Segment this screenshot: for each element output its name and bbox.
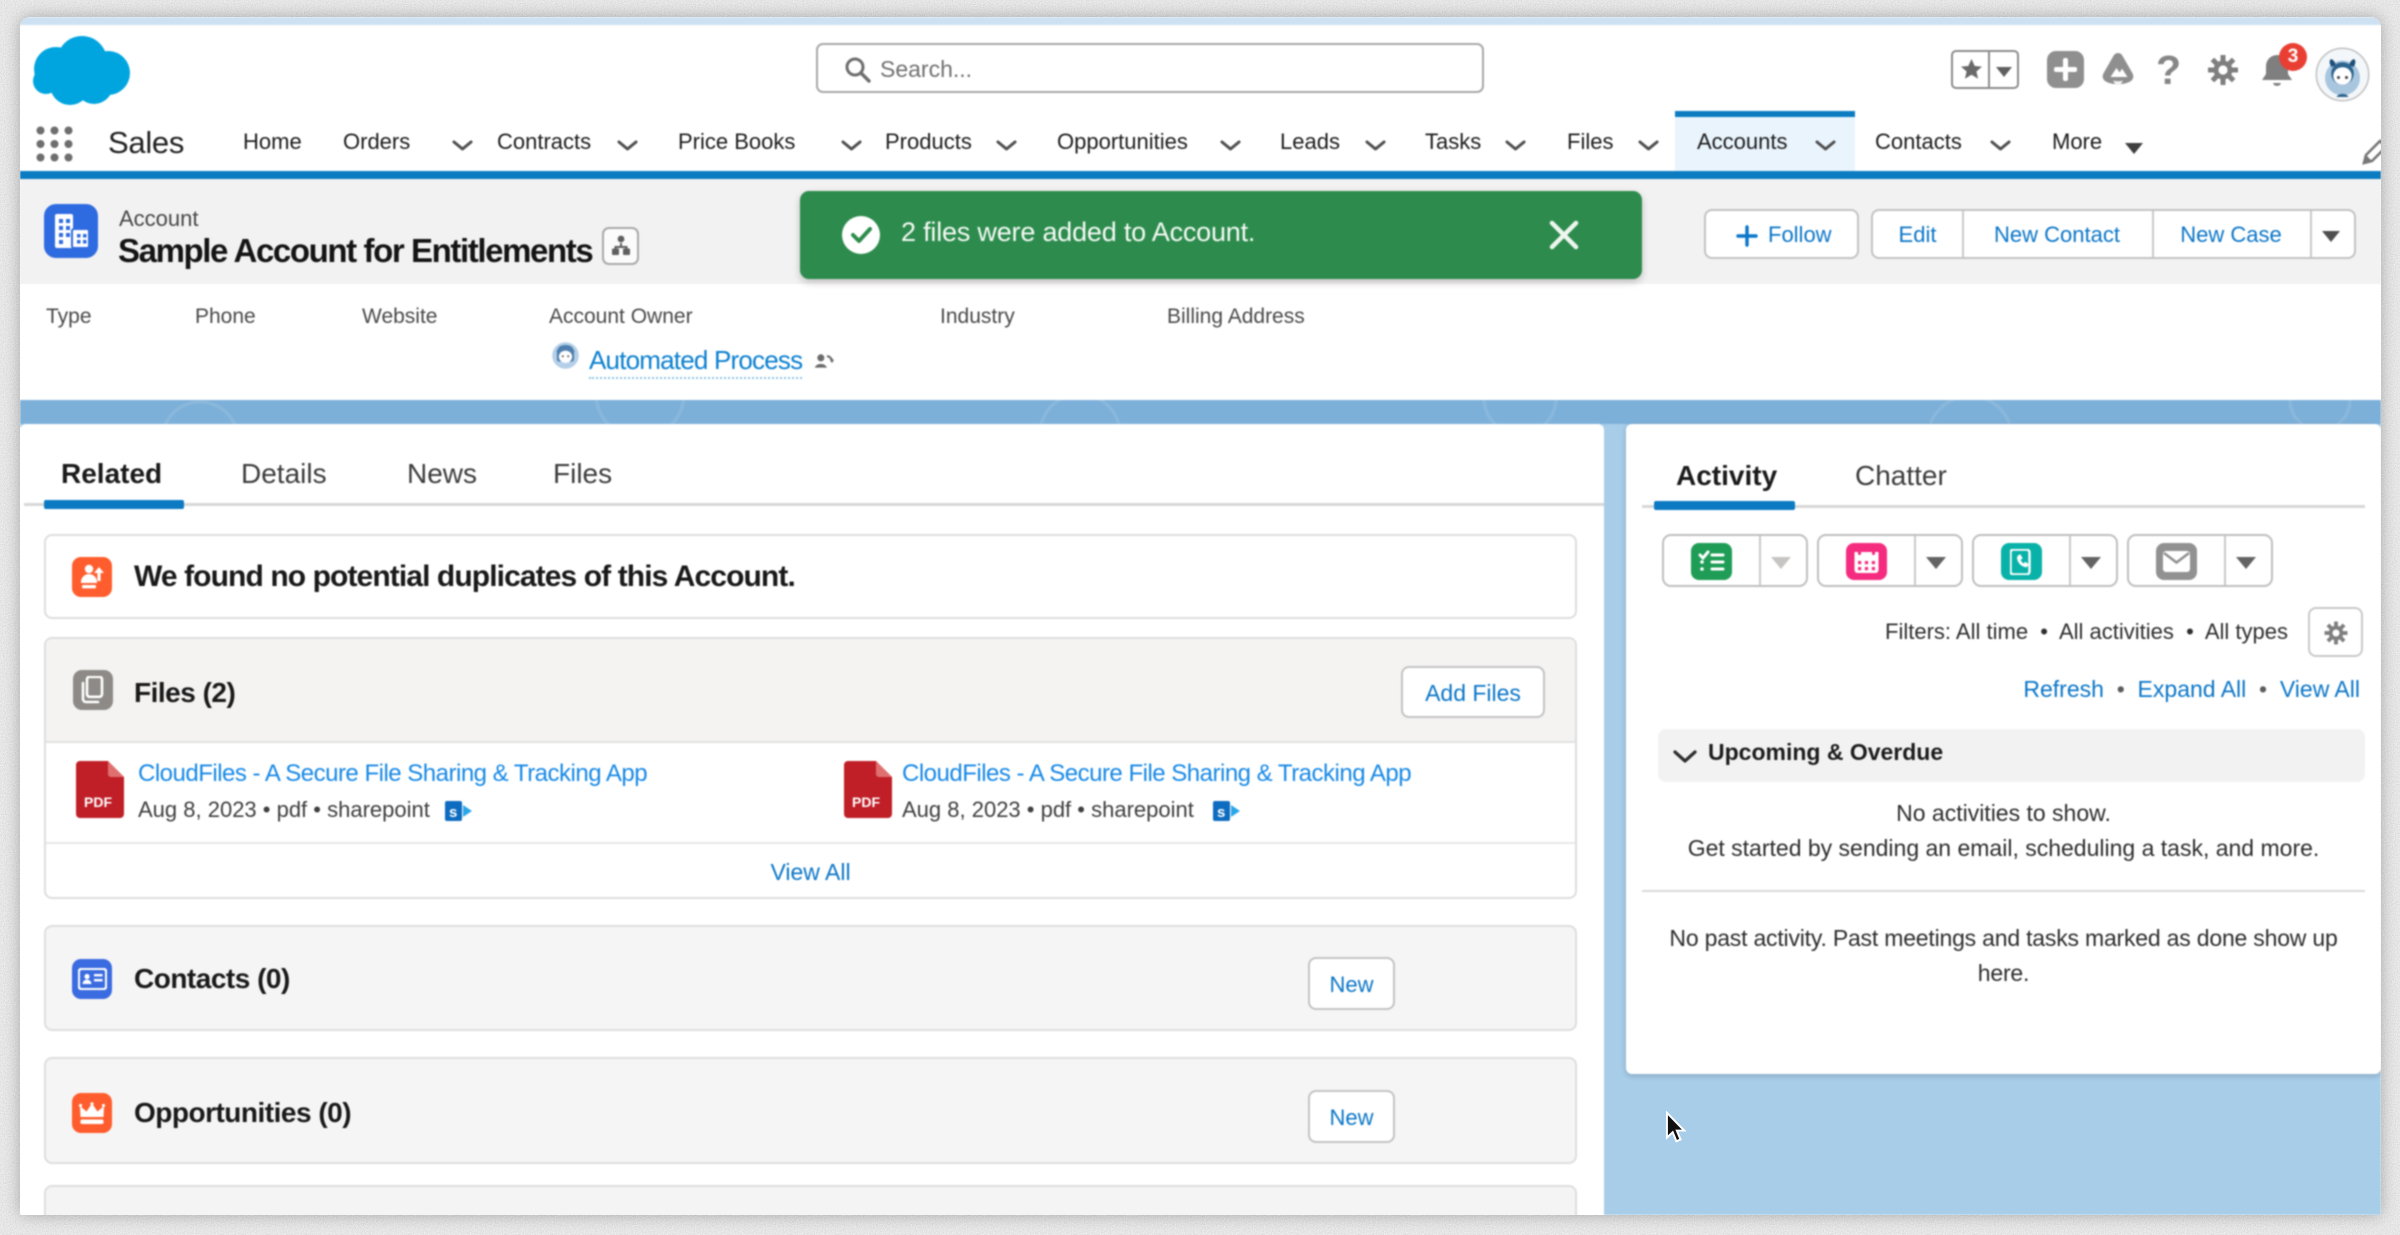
svg-text:PDF: PDF bbox=[852, 794, 880, 810]
svg-text:s: s bbox=[1217, 804, 1225, 821]
svg-text:s: s bbox=[449, 804, 457, 821]
svg-text:PDF: PDF bbox=[84, 794, 112, 810]
